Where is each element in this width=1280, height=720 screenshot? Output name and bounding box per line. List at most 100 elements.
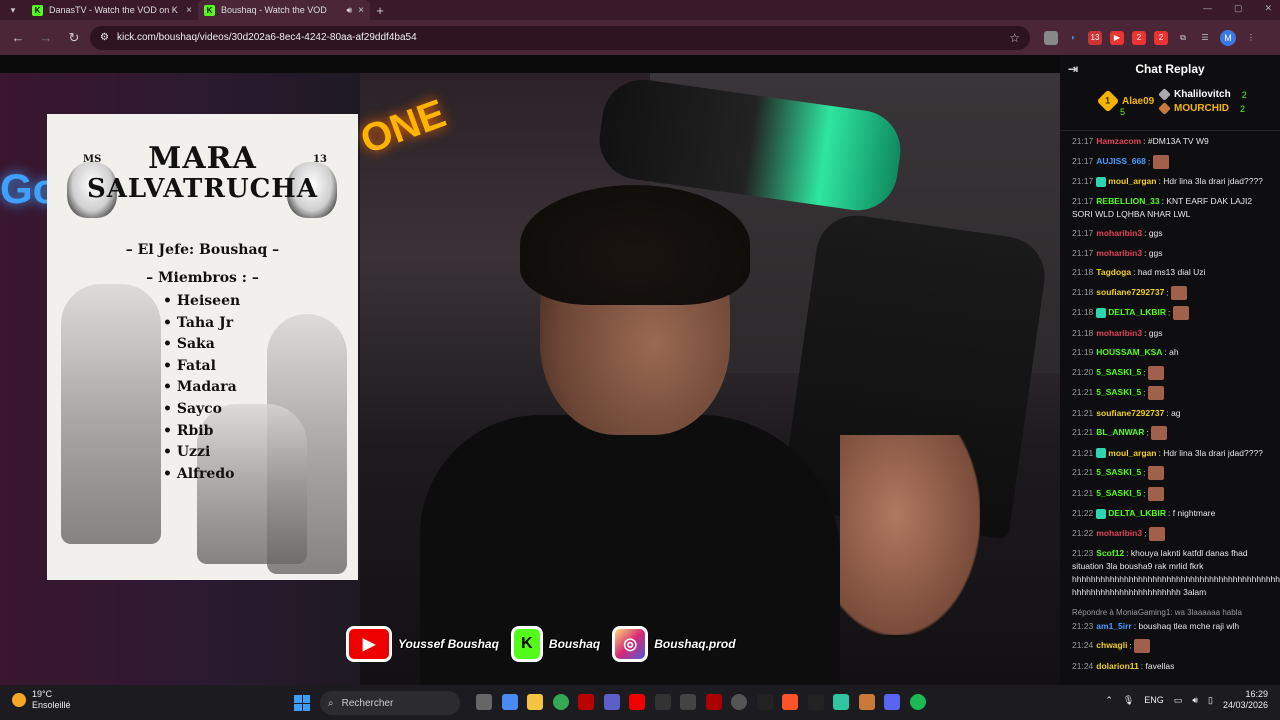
message-timestamp: 21:21 [1072,427,1094,438]
tab-close-icon[interactable]: × [358,5,364,16]
message-username[interactable]: HOUSSAM_KSA [1096,347,1162,357]
message-username[interactable]: REBELLION_33 [1096,196,1159,206]
new-tab-button[interactable]: + [370,3,390,18]
menu-kebab-icon[interactable]: ⋮ [1244,31,1258,45]
message-username[interactable]: 5_SASKI_5 [1096,467,1141,477]
tab-close-icon[interactable]: × [186,5,192,16]
poster-member: Taha Jr [163,313,240,335]
address-bar[interactable]: ⚙︎ kick.com/boushaq/videos/30d202a6-8ec4… [90,25,1030,50]
message-username[interactable]: DELTA_LKBIR [1108,508,1166,518]
task-view-icon[interactable] [476,694,492,710]
leaderboard-name[interactable]: Alae09 [1122,96,1154,107]
message-separator: : [1147,155,1153,166]
back-icon[interactable]: ← [6,26,30,50]
tab-danastv[interactable]: K DanasTV - Watch the VOD on K × [26,0,198,20]
reply-context: Répondre à MoniaGaming1: wa 3laaaaaa hab… [1072,607,1242,617]
reload-icon[interactable]: ↻ [62,26,86,50]
bookmark-star-icon[interactable]: ☆ [1009,31,1020,45]
weather-widget[interactable]: 19°C Ensoleillé [12,689,71,711]
message-text: ggs [1148,228,1163,238]
xm-icon[interactable] [756,694,773,710]
tradingview-icon[interactable] [807,694,824,710]
mara-salvatrucha-poster: MS 13 MARA SALVATRUCHA – El Jefe: Bousha… [47,114,358,580]
video-player[interactable]: Go ONE MS 13 MARA SALVATRUCHA – El Jefe:… [0,55,1060,685]
volume-icon[interactable]: 🔊︎ [1192,695,1198,706]
message-username[interactable]: chwagli [1096,640,1127,650]
leaderboard-name[interactable]: Khalilovitch [1174,89,1231,100]
emote-icon [1147,386,1164,400]
forward-icon[interactable]: → [34,26,58,50]
message-username[interactable]: moul_argan [1108,176,1156,186]
minimize-icon[interactable]: — [1203,3,1212,14]
extensions-puzzle-icon[interactable]: ⧉ [1176,31,1190,45]
url-text[interactable]: kick.com/boushaq/videos/30d202a6-8ec4-42… [117,32,1001,43]
chat-message: 21:21 5_SASKI_5: [1072,466,1270,480]
language-indicator[interactable]: ENG [1144,695,1164,705]
brave-icon[interactable] [782,694,798,710]
spotify-icon[interactable] [909,694,926,710]
message-username[interactable]: 5_SASKI_5 [1096,488,1141,498]
gold-medal-icon: 1 [1096,89,1120,113]
message-username[interactable]: Scof12 [1096,548,1124,558]
message-username[interactable]: am1_5irr [1096,621,1131,631]
file-explorer-icon[interactable] [527,694,543,710]
youtube-app-icon[interactable] [629,694,645,710]
windows-start-icon[interactable] [294,695,310,711]
message-username[interactable]: moharibin3 [1096,248,1142,258]
site-info-icon[interactable]: ⚙︎ [100,32,109,43]
message-username[interactable]: soufiane7292737 [1096,408,1164,418]
message-username[interactable]: dolarion11 [1096,661,1139,671]
app-icon[interactable] [858,694,875,710]
tab-search-button[interactable]: ▾ [0,0,26,20]
message-username[interactable]: moharibin3 [1096,528,1142,538]
app-icon[interactable] [705,694,722,710]
network-icon[interactable]: ▭ [1174,695,1183,706]
youtube-extension-icon[interactable]: ▶ [1110,30,1124,45]
close-window-icon[interactable]: ✕ [1264,3,1272,14]
app-icon[interactable] [654,694,671,710]
app-icon[interactable] [680,694,696,710]
copilot-icon[interactable] [501,694,518,710]
message-username[interactable]: Tagdoga [1096,267,1131,277]
chat-message-list[interactable]: 21:17 Hamzacom: #DM13A TV W9 21:17 AUJISS_6… [1060,131,1280,673]
battery-icon[interactable]: ▯ [1208,695,1213,706]
discord-icon[interactable] [884,694,900,710]
chrome-icon[interactable] [552,694,569,710]
reading-list-icon[interactable]: ☰ [1198,31,1212,45]
speaker-icon[interactable]: 🔊︎ [346,5,352,16]
taskbar-search[interactable]: ⌕ Rechercher [320,691,460,715]
message-username[interactable]: moharibin3 [1096,328,1142,338]
bronze-medal-icon [1158,102,1171,115]
app-icon[interactable] [578,694,594,710]
app-icon[interactable] [833,694,849,710]
message-username[interactable]: moharibin3 [1096,228,1142,238]
tray-overflow-icon[interactable]: ⌃ [1105,695,1113,706]
chat-message: 21:18 soufiane7292737: [1072,285,1270,300]
youtube-handle: Youssef Boushaq [398,637,499,651]
extension-audio-icon[interactable]: ◗ [1066,31,1080,45]
extension-badge-icon[interactable]: 13 [1088,30,1102,45]
leaderboard-name[interactable]: MOURCHID [1174,103,1229,114]
maximize-icon[interactable]: ▢ [1234,3,1243,14]
extension-badge-icon[interactable]: 2 [1154,30,1168,45]
obs-icon[interactable] [731,694,747,710]
emote-icon [1134,639,1151,653]
silver-medal-icon [1158,88,1171,101]
message-username[interactable]: AUJISS_668 [1096,156,1146,166]
poster-member: Sayco [163,399,240,421]
message-username[interactable]: soufiane7292737 [1096,287,1164,297]
message-username[interactable]: 5_SASKI_5 [1096,367,1141,377]
microphone-icon[interactable]: 🎙︎ [1123,695,1134,706]
message-username[interactable]: DELTA_LKBIR [1108,307,1166,317]
clock[interactable]: 16:29 24/03/2026 [1223,689,1268,711]
extension-icon[interactable] [1044,30,1058,45]
message-username[interactable]: 5_SASKI_5 [1096,387,1141,397]
tab-boushaq[interactable]: K Boushaq - Watch the VOD 🔊︎ × [198,0,370,20]
message-username[interactable]: Hamzacom [1096,136,1141,146]
collapse-chat-icon[interactable]: ⇥ [1068,62,1088,76]
extension-badge-icon[interactable]: 2 [1132,30,1146,45]
teams-icon[interactable] [603,694,620,710]
message-username[interactable]: moul_argan [1108,448,1156,458]
profile-avatar[interactable]: M [1220,29,1236,46]
message-username[interactable]: BL_ANWAR [1096,427,1144,437]
